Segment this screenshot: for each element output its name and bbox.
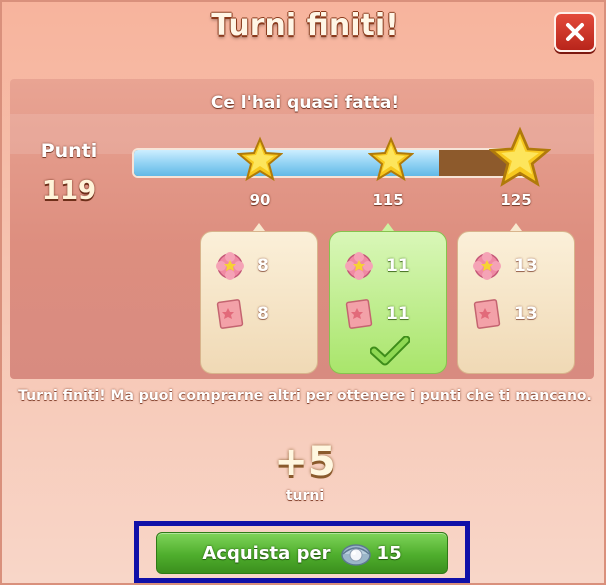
dialog-title: Turni finiti! (211, 8, 399, 43)
milestone-points: 115 (372, 191, 404, 209)
ticket-icon (345, 299, 373, 329)
flower-icon (345, 252, 373, 280)
milestone-star-icon (368, 136, 414, 182)
reward-card: 8 8 (200, 231, 318, 374)
buy-button-label: Acquista per (202, 542, 331, 564)
reward-card-achieved: 11 11 (329, 231, 447, 374)
points-value: 119 (41, 176, 97, 206)
reward-card: 13 13 (457, 231, 575, 374)
ticket-icon (473, 299, 501, 329)
milestone-star-icon (489, 126, 551, 187)
card-pointer (382, 223, 394, 231)
milestone-points: 90 (249, 191, 271, 209)
reward-ticket-count: 8 (257, 304, 269, 324)
ticket-icon (216, 299, 244, 329)
card-pointer (253, 223, 265, 231)
flower-icon (216, 252, 244, 280)
extra-turns-amount: +5 (274, 439, 336, 485)
checkmark-icon (370, 336, 410, 366)
dialog: Turni finiti! Ce l'hai quasi fatta! Punt… (0, 0, 606, 585)
buy-price: 15 (376, 542, 402, 564)
pearl-icon (340, 544, 371, 566)
buy-turns-button[interactable]: Acquista per 15 (156, 532, 448, 574)
reward-ticket-count: 11 (386, 304, 410, 324)
milestone-points: 125 (500, 191, 532, 209)
progress-bar (132, 148, 532, 178)
extra-turns-label: turni (285, 488, 325, 504)
reward-flower-count: 11 (386, 256, 410, 276)
reward-flower-count: 8 (257, 256, 269, 276)
out-of-turns-message: Turni finiti! Ma puoi comprarne altri pe… (18, 388, 592, 404)
points-label: Punti (40, 140, 98, 162)
reward-flower-count: 13 (514, 256, 538, 276)
close-button[interactable] (554, 12, 596, 52)
card-pointer (510, 223, 522, 231)
close-icon (566, 23, 584, 41)
reward-ticket-count: 13 (514, 304, 538, 324)
milestone-star-icon (237, 136, 283, 182)
flower-icon (473, 252, 501, 280)
progress-subtitle: Ce l'hai quasi fatta! (210, 93, 400, 113)
